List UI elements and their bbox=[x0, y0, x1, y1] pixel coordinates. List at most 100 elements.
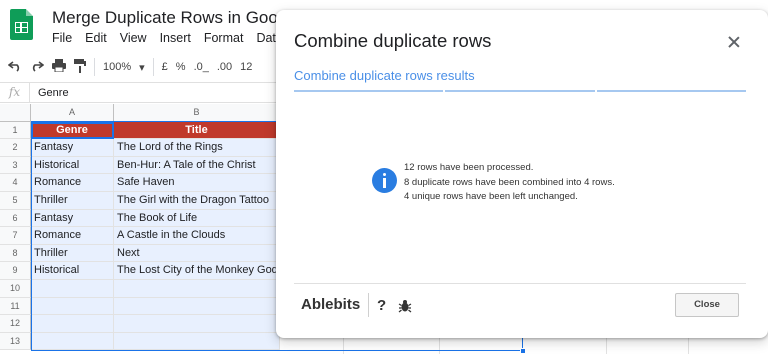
help-icon[interactable]: ? bbox=[377, 297, 386, 314]
cell-b3[interactable]: Ben-Hur: A Tale of the Christ bbox=[114, 156, 280, 175]
cell-a3[interactable]: Historical bbox=[31, 156, 114, 175]
table-row: 4 Romance Safe Haven bbox=[0, 174, 280, 192]
table-row: 6 Fantasy The Book of Life bbox=[0, 209, 280, 228]
print-icon[interactable] bbox=[52, 59, 66, 75]
menu-edit[interactable]: Edit bbox=[85, 31, 107, 45]
toolbar-divider bbox=[152, 58, 154, 76]
cell-a6[interactable]: Fantasy bbox=[31, 209, 114, 228]
table-row: 3 Historical Ben-Hur: A Tale of the Chri… bbox=[0, 156, 280, 175]
message-processed: 12 rows have been processed. bbox=[404, 162, 534, 173]
decrease-decimal-button[interactable]: .0_ bbox=[194, 61, 209, 73]
formula-bar: fx Genre bbox=[0, 82, 280, 103]
row-header[interactable]: 7 bbox=[0, 227, 31, 245]
table-row: 7 Romance A Castle in the Clouds bbox=[0, 227, 280, 245]
cell-b9[interactable]: The Lost City of the Monkey God bbox=[114, 262, 280, 280]
app-window: Merge Duplicate Rows in Google Sheets Fi… bbox=[0, 0, 768, 354]
results-messages: 12 rows have been processed. 8 duplicate… bbox=[404, 161, 615, 205]
cell-b5[interactable]: The Girl with the Dragon Tattoo bbox=[114, 191, 280, 210]
cell-b8[interactable]: Next bbox=[114, 244, 280, 263]
cell-b6[interactable]: The Book of Life bbox=[114, 209, 280, 228]
cell-a11[interactable] bbox=[31, 297, 114, 316]
row-header[interactable]: 3 bbox=[0, 156, 31, 175]
chevron-down-icon[interactable]: ▾ bbox=[139, 61, 145, 74]
progress-step bbox=[596, 90, 746, 92]
redo-icon[interactable] bbox=[30, 60, 45, 75]
row-header[interactable]: 8 bbox=[0, 244, 31, 263]
cell-a2[interactable]: Fantasy bbox=[31, 139, 114, 157]
cell-a12[interactable] bbox=[31, 315, 114, 333]
select-all-corner[interactable] bbox=[0, 104, 31, 122]
cell-a5[interactable]: Thriller bbox=[31, 191, 114, 210]
menu-view[interactable]: View bbox=[120, 31, 147, 45]
row-header[interactable]: 12 bbox=[0, 315, 31, 333]
currency-button[interactable]: £ bbox=[162, 61, 168, 73]
table-row: 8 Thriller Next bbox=[0, 244, 280, 263]
row-header[interactable]: 1 bbox=[0, 121, 31, 140]
close-button[interactable]: Close bbox=[675, 293, 739, 317]
column-header-a[interactable]: A bbox=[31, 104, 114, 122]
table-row: 9 Historical The Lost City of the Monkey… bbox=[0, 262, 280, 280]
progress-step bbox=[294, 90, 444, 92]
table-row: 10 bbox=[0, 279, 280, 298]
zoom-select[interactable]: 100% bbox=[103, 61, 131, 73]
menu-format[interactable]: Format bbox=[204, 31, 244, 45]
cell-a13[interactable] bbox=[31, 332, 114, 351]
table-row: 1 Genre Title bbox=[0, 121, 280, 140]
toolbar: 100% ▾ £ % .0_ .00 12 bbox=[0, 54, 280, 80]
message-combined: 8 duplicate rows have been combined into… bbox=[404, 176, 615, 188]
step-progress bbox=[294, 90, 746, 92]
footer-divider bbox=[294, 283, 746, 284]
close-icon[interactable] bbox=[726, 34, 742, 50]
cell-a7[interactable]: Romance bbox=[31, 227, 114, 245]
fill-handle[interactable] bbox=[520, 348, 526, 354]
menu-file[interactable]: File bbox=[52, 31, 72, 45]
cell-b10[interactable] bbox=[114, 279, 280, 298]
table-row: 12 bbox=[0, 315, 280, 333]
cell-a8[interactable]: Thriller bbox=[31, 244, 114, 263]
table-row: 11 bbox=[0, 297, 280, 316]
row-header[interactable]: 6 bbox=[0, 209, 31, 228]
spreadsheet-grid[interactable]: A B 1 Genre Title 2 Fantasy The Lord of … bbox=[0, 104, 280, 351]
cell-a10[interactable] bbox=[31, 279, 114, 298]
combine-duplicates-dialog: Combine duplicate rows Combine duplicate… bbox=[276, 10, 768, 338]
menu-bar: File Edit View Insert Format Data bbox=[52, 31, 283, 45]
row-header[interactable]: 4 bbox=[0, 174, 31, 192]
row-header[interactable]: 5 bbox=[0, 191, 31, 210]
message-unique: 4 unique rows have been left unchanged. bbox=[404, 191, 578, 202]
formula-input[interactable]: Genre bbox=[38, 87, 69, 99]
row-header[interactable]: 13 bbox=[0, 332, 31, 351]
cell-b4[interactable]: Safe Haven bbox=[114, 174, 280, 192]
cell-b1[interactable]: Title bbox=[114, 121, 280, 140]
fx-icon: fx bbox=[0, 83, 30, 102]
ablebits-logo[interactable]: Ablebits bbox=[301, 296, 360, 313]
results-step-link[interactable]: Combine duplicate rows results bbox=[294, 68, 475, 83]
paint-format-icon[interactable] bbox=[74, 58, 86, 76]
column-header-row: A B bbox=[0, 104, 280, 122]
document-title[interactable]: Merge Duplicate Rows in Google Sheets bbox=[52, 8, 278, 28]
percent-button[interactable]: % bbox=[176, 61, 186, 73]
increase-decimal-button[interactable]: .00 bbox=[217, 61, 232, 73]
cell-a4[interactable]: Romance bbox=[31, 174, 114, 192]
sheets-logo-icon[interactable] bbox=[10, 9, 33, 40]
table-row: 2 Fantasy The Lord of the Rings bbox=[0, 139, 280, 157]
cell-b11[interactable] bbox=[114, 297, 280, 316]
more-formats-button[interactable]: 12 bbox=[240, 61, 252, 73]
info-icon bbox=[372, 168, 397, 193]
cell-a9[interactable]: Historical bbox=[31, 262, 114, 280]
row-header[interactable]: 9 bbox=[0, 262, 31, 280]
row-header[interactable]: 10 bbox=[0, 279, 31, 298]
undo-icon[interactable] bbox=[7, 60, 22, 75]
table-row: 13 bbox=[0, 332, 280, 351]
cell-b7[interactable]: A Castle in the Clouds bbox=[114, 227, 280, 245]
cell-b12[interactable] bbox=[114, 315, 280, 333]
table-row: 5 Thriller The Girl with the Dragon Tatt… bbox=[0, 191, 280, 210]
dialog-title: Combine duplicate rows bbox=[294, 30, 492, 51]
bug-report-icon[interactable] bbox=[398, 299, 412, 313]
column-header-b[interactable]: B bbox=[114, 104, 280, 122]
cell-b13[interactable] bbox=[114, 332, 280, 351]
row-header[interactable]: 11 bbox=[0, 297, 31, 316]
row-header[interactable]: 2 bbox=[0, 139, 31, 157]
menu-insert[interactable]: Insert bbox=[160, 31, 191, 45]
cell-b2[interactable]: The Lord of the Rings bbox=[114, 139, 280, 157]
cell-a1[interactable]: Genre bbox=[31, 121, 114, 140]
